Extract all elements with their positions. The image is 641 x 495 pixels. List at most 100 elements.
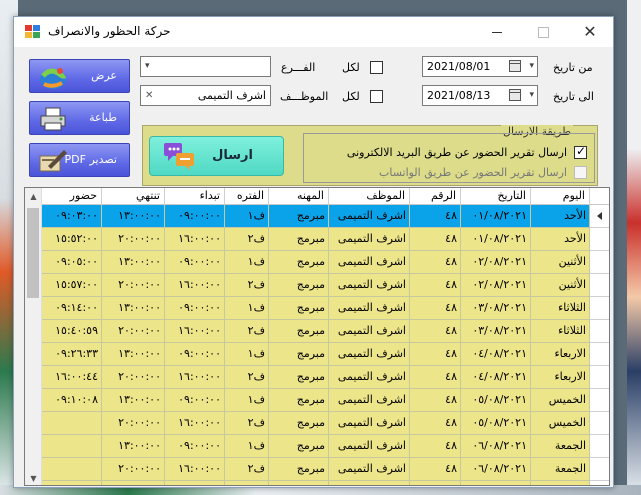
table-cell[interactable]: ف٢ — [225, 228, 269, 251]
table-cell[interactable]: ف١ — [225, 435, 269, 458]
table-cell[interactable]: مبرمج — [269, 412, 329, 435]
table-cell[interactable]: مبرمج — [269, 366, 329, 389]
table-cell[interactable]: ١٥:٤٠:٥٩ — [42, 320, 102, 343]
table-cell[interactable]: الأحد — [531, 205, 590, 228]
table-cell[interactable]: ٤٨ — [410, 343, 461, 366]
table-cell[interactable]: ٠٩:٠٠:٠٠ — [165, 205, 225, 228]
table-cell[interactable]: الاربعاء — [531, 366, 590, 389]
table-cell[interactable]: ١٥:٥٧:٠٠ — [42, 274, 102, 297]
row-header[interactable] — [590, 228, 609, 251]
row-header[interactable] — [590, 343, 609, 366]
minimize-button[interactable] — [474, 17, 520, 47]
table-cell[interactable]: اشرف التميمى — [329, 458, 410, 481]
clear-icon[interactable]: ✕ — [145, 86, 153, 105]
table-cell[interactable]: ١٦:٠٠:٠٠ — [165, 366, 225, 389]
table-cell[interactable]: ٤٨ — [410, 481, 461, 485]
table-cell[interactable]: اشرف التميمى — [329, 435, 410, 458]
table-cell[interactable]: مبرمج — [269, 343, 329, 366]
table-cell[interactable]: ٠٩:٢٦:٣٣ — [42, 343, 102, 366]
table-cell[interactable]: اشرف التميمى — [329, 228, 410, 251]
column-header[interactable]: الفتره — [225, 188, 269, 205]
table-cell[interactable]: ٠٦/٠٨/٢٠٢١ — [461, 435, 531, 458]
table-cell[interactable]: ف١ — [225, 481, 269, 485]
table-cell[interactable]: مبرمج — [269, 205, 329, 228]
table-cell[interactable]: ١٥:٥٢:٠٠ — [42, 228, 102, 251]
table-cell[interactable]: ف١ — [225, 251, 269, 274]
row-header[interactable] — [590, 458, 609, 481]
table-cell[interactable]: اشرف التميمى — [329, 205, 410, 228]
maximize-button[interactable] — [520, 17, 566, 47]
table-cell[interactable]: ٤٨ — [410, 320, 461, 343]
table-cell[interactable]: ٠٩:٠٠:٠٠ — [165, 297, 225, 320]
table-cell[interactable] — [42, 412, 102, 435]
branch-all-checkbox[interactable] — [370, 61, 383, 74]
table-cell[interactable]: ١٣:٠٠:٠٠ — [102, 297, 165, 320]
table-cell[interactable]: ٢٠:٠٠:٠٠ — [102, 458, 165, 481]
table-cell[interactable] — [42, 435, 102, 458]
current-row-arrow-icon[interactable] — [590, 205, 609, 228]
table-cell[interactable]: ١٣:٠٠:٠٠ — [102, 435, 165, 458]
table-cell[interactable]: مبرمج — [269, 458, 329, 481]
column-header[interactable]: التاريخ — [461, 188, 531, 205]
export-pdf-button[interactable]: PDF تصدير — [29, 143, 130, 177]
table-cell[interactable]: اشرف التميمى — [329, 251, 410, 274]
table-cell[interactable]: ٢٠:٠٠:٠٠ — [102, 274, 165, 297]
table-cell[interactable]: اشرف التميمى — [329, 481, 410, 485]
table-cell[interactable]: الأثنين — [531, 274, 590, 297]
column-header[interactable]: المهنه — [269, 188, 329, 205]
table-cell[interactable]: اشرف التميمى — [329, 389, 410, 412]
table-cell[interactable]: الجمعة — [531, 458, 590, 481]
table-cell[interactable]: ٢٠:٠٠:٠٠ — [102, 412, 165, 435]
table-cell[interactable]: الخميس — [531, 389, 590, 412]
table-cell[interactable]: ٠٩:٠٣:٠٠ — [42, 205, 102, 228]
table-cell[interactable]: مبرمج — [269, 297, 329, 320]
table-cell[interactable]: ٠٦/٠٨/٢٠٢١ — [461, 458, 531, 481]
table-cell[interactable]: مبرمج — [269, 481, 329, 485]
table-cell[interactable]: اشرف التميمى — [329, 297, 410, 320]
table-cell[interactable]: ٠٩:١٠:٠٨ — [42, 389, 102, 412]
column-header[interactable]: الموظف — [329, 188, 410, 205]
table-cell[interactable]: ٢٠:٠٠:٠٠ — [102, 366, 165, 389]
column-header[interactable]: الرقم — [410, 188, 461, 205]
table-cell[interactable]: الثلاثاء — [531, 320, 590, 343]
table-cell[interactable]: ١٦:٠٠:٠٠ — [165, 412, 225, 435]
table-cell[interactable]: ١٦:٠٠:٠٠ — [165, 274, 225, 297]
table-cell[interactable]: ف٢ — [225, 458, 269, 481]
table-cell[interactable]: الثلاثاء — [531, 297, 590, 320]
close-button[interactable]: ✕ — [567, 17, 613, 47]
branch-combobox[interactable]: ▾ — [140, 56, 271, 77]
table-cell[interactable]: ١٦:٠٠:٤٤ — [42, 366, 102, 389]
table-cell[interactable]: ٤٨ — [410, 274, 461, 297]
row-header[interactable] — [590, 274, 609, 297]
vertical-scrollbar[interactable]: ▲ ▼ — [25, 188, 42, 485]
table-cell[interactable]: اشرف التميمى — [329, 366, 410, 389]
table-cell[interactable]: ٠٩:٠٥:٠٠ — [42, 251, 102, 274]
table-cell[interactable]: ١٣:٠٠:٠٠ — [102, 205, 165, 228]
table-cell[interactable]: ف١ — [225, 389, 269, 412]
column-header[interactable]: اليوم — [531, 188, 590, 205]
table-cell[interactable]: اشرف التميمى — [329, 274, 410, 297]
table-cell[interactable]: ٤٨ — [410, 366, 461, 389]
table-cell[interactable]: مبرمج — [269, 274, 329, 297]
table-cell[interactable]: ف٢ — [225, 366, 269, 389]
table-cell[interactable]: ٠٩:٠٠:٠٠ — [165, 481, 225, 485]
table-cell[interactable]: ٠١/٠٨/٢٠٢١ — [461, 205, 531, 228]
table-cell[interactable]: ١٦:٠٠:٠٠ — [165, 458, 225, 481]
row-header[interactable] — [590, 297, 609, 320]
table-cell[interactable]: ف٢ — [225, 274, 269, 297]
table-cell[interactable]: مبرمج — [269, 228, 329, 251]
table-cell[interactable]: ٠٩:٢٥:٣٣ — [42, 481, 102, 485]
column-header[interactable]: تنتهي — [102, 188, 165, 205]
table-cell[interactable]: ٤٨ — [410, 435, 461, 458]
table-cell[interactable]: ٠٣/٠٨/٢٠٢١ — [461, 320, 531, 343]
table-cell[interactable]: اشرف التميمى — [329, 320, 410, 343]
email-checkbox[interactable] — [574, 144, 587, 159]
show-button[interactable]: عرض — [29, 59, 130, 93]
table-cell[interactable]: ٠٩:٠٠:٠٠ — [165, 343, 225, 366]
send-button[interactable]: ارسال — [149, 136, 284, 176]
table-cell[interactable]: ٠٧/٠٨/٢٠٢١ — [461, 481, 531, 485]
table-cell[interactable] — [42, 458, 102, 481]
table-cell[interactable]: الجمعة — [531, 435, 590, 458]
table-cell[interactable]: مبرمج — [269, 435, 329, 458]
to-date-picker[interactable]: 2021/08/13 ▾ — [422, 85, 538, 106]
